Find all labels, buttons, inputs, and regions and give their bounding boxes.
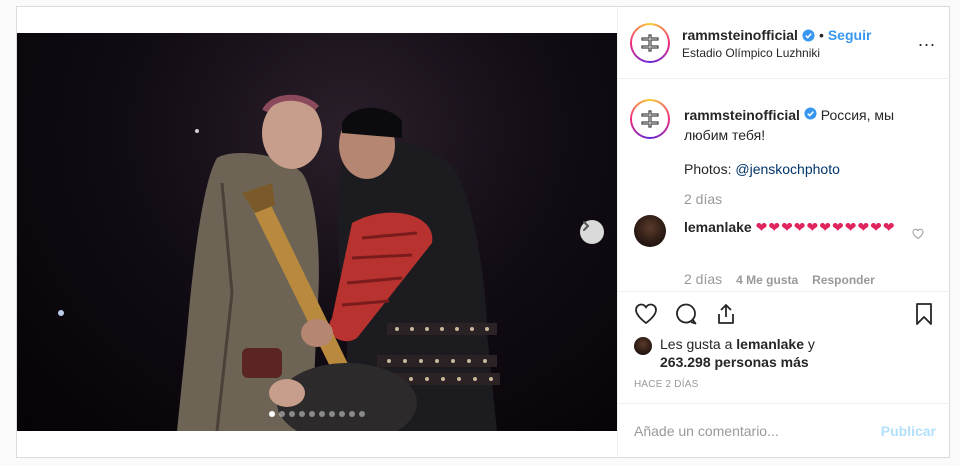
post-sidebar: rammsteinofficial • Seguir Estadio Olímp… (617, 7, 950, 457)
rammstein-logo-icon (641, 34, 659, 52)
caption-time[interactable]: 2 días (684, 191, 722, 207)
likes-count[interactable]: 263.298 personas más (660, 354, 809, 370)
avatar[interactable] (630, 99, 670, 139)
post-location[interactable]: Estadio Olímpico Luzhniki (682, 46, 820, 60)
heart-icon[interactable] (634, 302, 658, 326)
carousel-dot (349, 411, 355, 417)
comment-body: lemanlake ❤❤❤❤❤❤❤❤❤❤❤ (684, 217, 904, 237)
post-header: rammsteinofficial • Seguir Estadio Olímp… (618, 7, 950, 79)
share-icon[interactable] (714, 302, 738, 326)
post-photo[interactable] (17, 33, 617, 431)
carousel-indicator (269, 411, 365, 417)
liked-by-user[interactable]: lemanlake (736, 336, 804, 352)
chevron-right-icon (583, 221, 590, 231)
likes-suffix: y (804, 336, 815, 352)
avatar[interactable] (634, 337, 652, 355)
comment-time[interactable]: 2 días (684, 271, 722, 287)
comment-meta: 2 días 4 Me gusta Responder (684, 271, 875, 287)
post-timestamp[interactable]: HACE 2 DÍAS (634, 379, 698, 390)
likes-text: Les gusta a lemanlake y 263.298 personas… (660, 335, 880, 371)
carousel-dot (339, 411, 345, 417)
avatar[interactable] (630, 23, 670, 63)
concert-photo-illustration (58, 94, 500, 431)
action-bar (618, 291, 950, 331)
reply-button[interactable]: Responder (812, 273, 875, 287)
verified-badge-icon (802, 28, 815, 42)
likes-prefix: Les gusta a (660, 336, 737, 352)
post-author: rammsteinofficial • Seguir (682, 27, 871, 43)
carousel-next-button[interactable] (580, 220, 604, 244)
post-media (17, 7, 617, 457)
caption-credits: Photos: @jenskochphoto (684, 161, 840, 177)
comment-input[interactable] (634, 420, 864, 442)
caption-username[interactable]: rammsteinofficial (684, 107, 800, 123)
avatar[interactable] (634, 215, 666, 247)
comment-like-button[interactable] (912, 227, 924, 245)
mention-link[interactable]: @jenskochphoto (735, 161, 840, 177)
carousel-dot (319, 411, 325, 417)
separator-dot: • (818, 27, 824, 43)
carousel-dot (289, 411, 295, 417)
carousel-dot (359, 411, 365, 417)
carousel-dot (329, 411, 335, 417)
comment-likes[interactable]: 4 Me gusta (736, 273, 798, 287)
rammstein-logo-icon (641, 110, 659, 128)
comment-username[interactable]: lemanlake (684, 219, 752, 235)
carousel-dot (309, 411, 315, 417)
author-username[interactable]: rammsteinofficial (682, 27, 798, 43)
carousel-dot (299, 411, 305, 417)
comment-text: ❤❤❤❤❤❤❤❤❤❤❤ (755, 219, 896, 235)
verified-badge-icon (804, 107, 817, 120)
bookmark-icon[interactable] (912, 302, 936, 326)
credits-prefix: Photos: (684, 161, 736, 177)
comment-composer: Publicar (618, 403, 950, 457)
heart-icon (912, 228, 924, 240)
carousel-dot (269, 411, 275, 417)
comments-section: rammsteinofficial Россия, мы любим тебя!… (618, 79, 950, 291)
publish-button[interactable]: Publicar (881, 423, 936, 439)
comment-icon[interactable] (674, 302, 698, 326)
caption: rammsteinofficial Россия, мы любим тебя! (684, 105, 904, 145)
carousel-dot (279, 411, 285, 417)
post-card: rammsteinofficial • Seguir Estadio Olímp… (16, 6, 950, 458)
more-options-icon[interactable]: ... (918, 31, 936, 49)
follow-button[interactable]: Seguir (828, 27, 872, 43)
